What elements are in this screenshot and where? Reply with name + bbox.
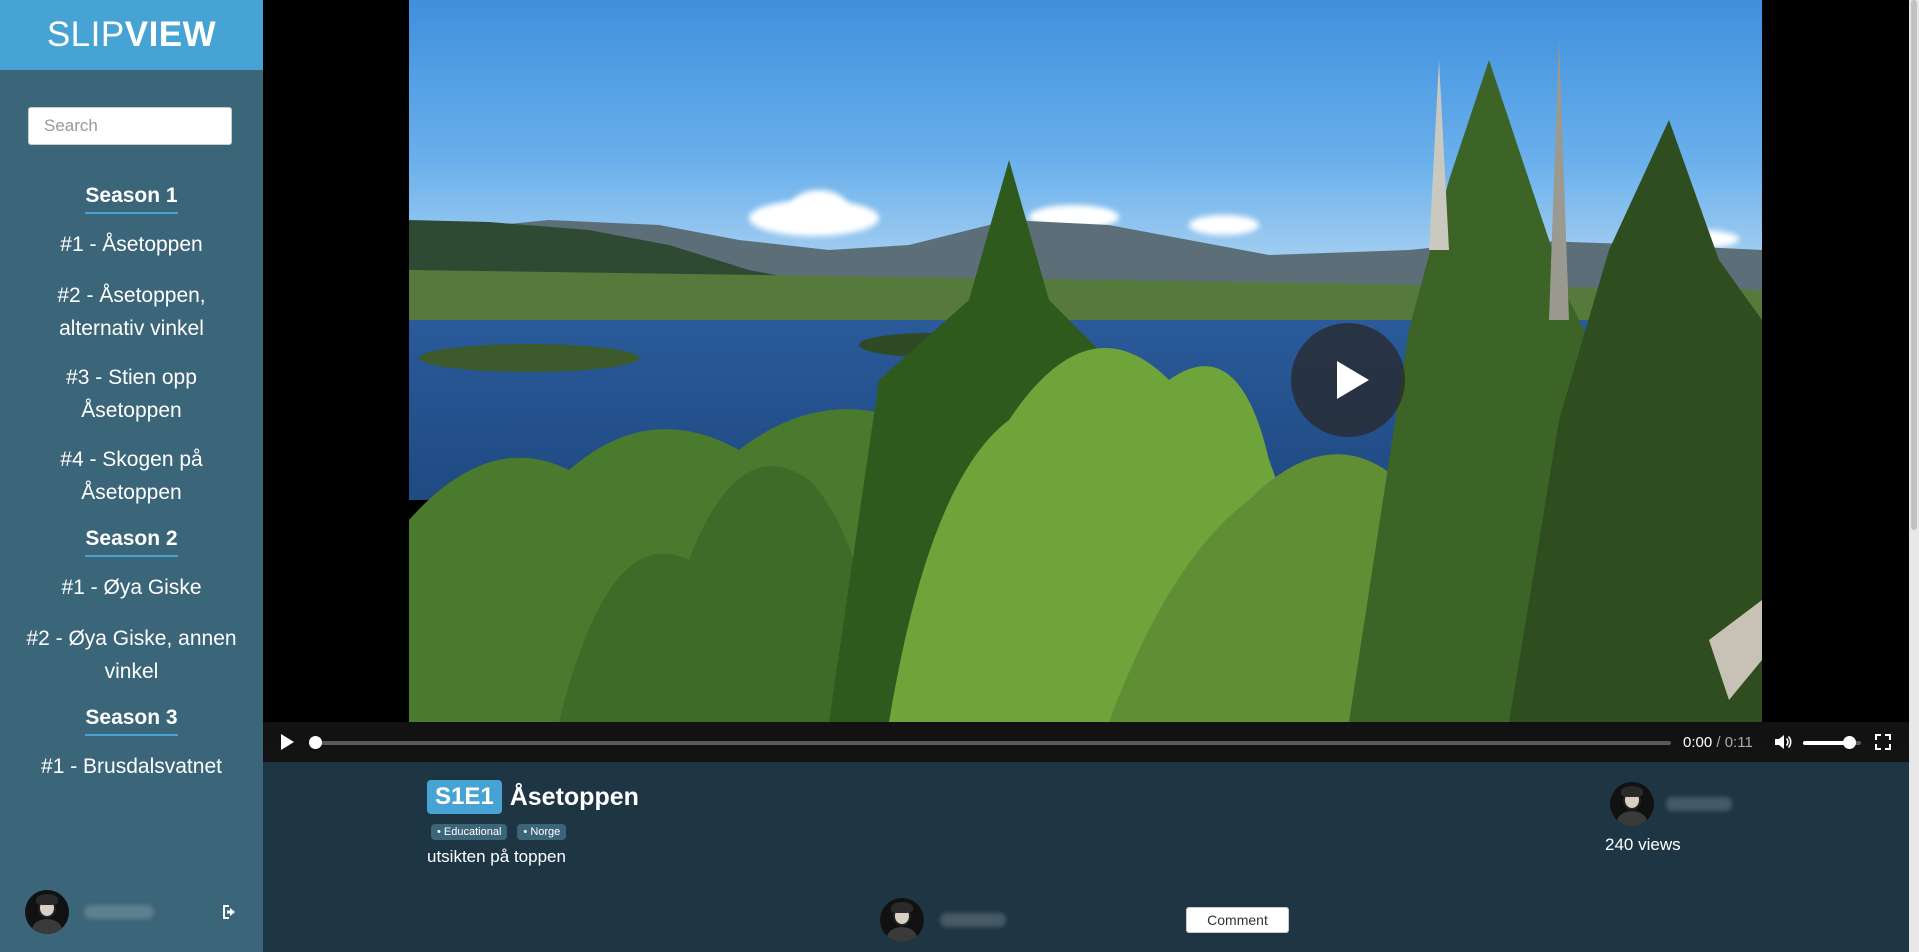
current-time: 0:00 (1683, 734, 1713, 751)
video-frame (409, 0, 1762, 722)
uploader-avatar[interactable] (1610, 782, 1654, 826)
app-logo[interactable]: SLIP VIEW (0, 0, 263, 70)
episode-title-row: S1E1 Åsetoppen (427, 780, 639, 814)
sign-out-icon[interactable] (220, 902, 240, 922)
time-display: 0:00 / 0:11 (1683, 734, 1753, 751)
episode-description: utsikten på toppen (427, 847, 566, 866)
view-count: 240 views (1605, 835, 1681, 854)
play-icon[interactable] (281, 734, 294, 750)
user-avatar[interactable] (25, 890, 69, 934)
episode-link[interactable]: #3 - Stien opp Åsetoppen (0, 361, 263, 443)
episode-link[interactable]: #2 - Åsetoppen, alternativ vinkel (0, 279, 263, 361)
tag-list: • Educational • Norge (431, 824, 567, 840)
video-player[interactable]: 0:00 / 0:11 (263, 0, 1909, 762)
time-separator: / (1712, 734, 1725, 751)
volume-slider[interactable] (1803, 736, 1861, 749)
season-heading-3[interactable]: Season 3 (85, 706, 178, 736)
uploader (1610, 782, 1740, 826)
episode-info: S1E1 Åsetoppen • Educational • Norge uts… (263, 762, 1909, 952)
episode-link[interactable]: #1 - Brusdalsvatnet (0, 750, 263, 801)
logo-light-text: SLIP (46, 15, 125, 54)
episode-link[interactable]: #1 - Åsetoppen (0, 228, 263, 279)
volume-handle[interactable] (1843, 736, 1857, 749)
episode-link[interactable]: #2 - Øya Giske, annen vinkel (0, 622, 263, 704)
commenter-avatar (880, 898, 924, 942)
username-blurred (84, 905, 154, 919)
player-controls: 0:00 / 0:11 (263, 722, 1909, 762)
sidebar: SLIPVIEW Season 1 #1 - Åsetoppen #2 - Ås… (0, 0, 263, 952)
episode-link[interactable]: #4 - Skogen på Åsetoppen (0, 443, 263, 525)
progress-handle[interactable] (309, 736, 322, 749)
season-heading-2[interactable]: Season 2 (85, 527, 178, 557)
duration: 0:11 (1724, 734, 1753, 751)
episode-code-badge: S1E1 (427, 780, 502, 814)
fullscreen-icon[interactable] (1874, 733, 1892, 751)
scrollbar-thumb[interactable] (1911, 0, 1917, 530)
logo-bold-text: VIEW (124, 15, 217, 54)
progress-bar[interactable] (309, 736, 1671, 749)
big-play-button[interactable] (1291, 323, 1405, 437)
page-scrollbar[interactable] (1909, 0, 1919, 952)
comment-button[interactable]: Comment (1186, 907, 1289, 933)
tag[interactable]: • Educational (431, 824, 508, 840)
volume-icon[interactable] (1773, 732, 1793, 752)
uploader-name-blurred (1666, 797, 1732, 811)
commenter-name-blurred (940, 913, 1006, 927)
current-user (25, 890, 240, 934)
comment-author (880, 898, 1006, 942)
episode-navigation: Season 1 #1 - Åsetoppen #2 - Åsetoppen, … (0, 182, 263, 801)
tag[interactable]: • Norge (517, 824, 567, 840)
episode-title: Åsetoppen (509, 782, 639, 811)
season-heading-1[interactable]: Season 1 (85, 184, 178, 214)
search-input[interactable] (28, 107, 232, 145)
episode-link[interactable]: #1 - Øya Giske (0, 571, 263, 622)
